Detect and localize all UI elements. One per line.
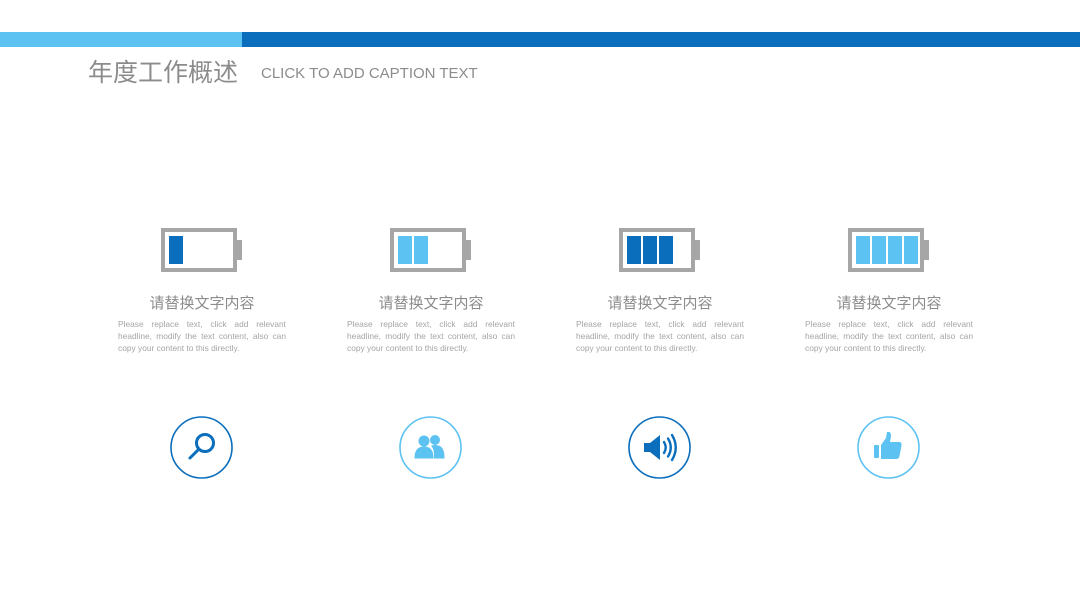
item-heading: 请替换文字内容 (149, 294, 255, 312)
item-body-text: Please replace text, click add relevant … (347, 319, 515, 353)
battery-icon (390, 228, 471, 272)
battery-cell (888, 236, 902, 264)
thumbs-up-icon[interactable] (857, 416, 920, 479)
battery-cell (643, 236, 657, 264)
item-heading: 请替换文字内容 (607, 294, 713, 312)
feature-item: 请替换文字内容 Please replace text, click add r… (347, 0, 515, 607)
battery-icon (619, 228, 700, 272)
battery-icon (161, 228, 242, 272)
battery-cell (856, 236, 870, 264)
speaker-icon[interactable] (628, 416, 691, 479)
battery-cell (872, 236, 886, 264)
magnifier-icon[interactable] (170, 416, 233, 479)
battery-cell (659, 236, 673, 264)
item-heading: 请替换文字内容 (378, 294, 484, 312)
battery-cell (627, 236, 641, 264)
item-heading: 请替换文字内容 (836, 294, 942, 312)
battery-icon (848, 228, 929, 272)
item-body-text: Please replace text, click add relevant … (805, 319, 973, 353)
battery-cell (414, 236, 428, 264)
battery-cell (904, 236, 918, 264)
feature-item: 请替换文字内容 Please replace text, click add r… (805, 0, 973, 607)
battery-cell (398, 236, 412, 264)
feature-item: 请替换文字内容 Please replace text, click add r… (576, 0, 744, 607)
item-body-text: Please replace text, click add relevant … (576, 319, 744, 353)
item-body-text: Please replace text, click add relevant … (118, 319, 286, 353)
battery-cell (169, 236, 183, 264)
users-icon[interactable] (399, 416, 462, 479)
feature-item: 请替换文字内容 Please replace text, click add r… (118, 0, 286, 607)
